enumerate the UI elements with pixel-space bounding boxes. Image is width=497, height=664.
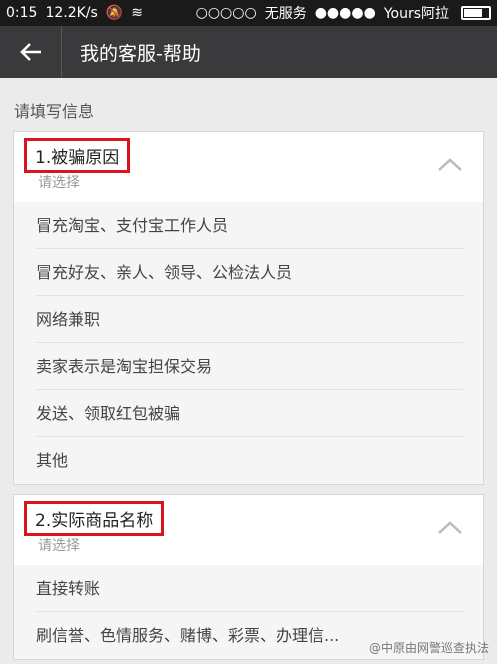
status-network-speed: 12.2K/s (45, 5, 98, 21)
fraud-reason-title: 1.被骗原因 (24, 138, 131, 173)
carrier-2-label: Yours阿拉 (383, 6, 449, 22)
battery-icon (461, 6, 491, 20)
signal-strength-1: ○○○○○ (195, 5, 257, 21)
product-name-title: 2.实际商品名称 (24, 501, 165, 536)
wifi-icon: ≋ (131, 5, 143, 21)
app-header: 我的客服-帮助 (0, 26, 497, 78)
status-time: 0:15 (6, 5, 38, 21)
product-name-card: 2.实际商品名称 请选择 直接转账 刷信誉、色情服务、赌博、彩票、办理信... (13, 494, 484, 660)
fraud-reason-card: 1.被骗原因 请选择 冒充淘宝、支付宝工作人员 冒充好友、亲人、领导、公检法人员… (13, 131, 484, 485)
option-impersonate-friend[interactable]: 冒充好友、亲人、领导、公检法人员 (36, 249, 463, 296)
fraud-reason-placeholder: 请选择 (38, 175, 80, 191)
fraud-reason-options: 冒充淘宝、支付宝工作人员 冒充好友、亲人、领导、公检法人员 网络兼职 卖家表示是… (14, 202, 483, 484)
watermark: @中原由网警巡查执法 (368, 641, 489, 655)
option-online-parttime[interactable]: 网络兼职 (36, 296, 463, 343)
option-impersonate-taobao[interactable]: 冒充淘宝、支付宝工作人员 (36, 202, 463, 249)
product-name-select[interactable]: 2.实际商品名称 请选择 (14, 495, 483, 565)
arrow-left-icon (19, 43, 41, 61)
back-button[interactable] (0, 26, 62, 78)
mute-icon: 🔕 (105, 5, 124, 21)
chevron-up-icon[interactable] (437, 519, 463, 535)
page-title: 我的客服-帮助 (80, 42, 201, 65)
signal-strength-2: ●●●●● (314, 5, 376, 21)
carrier-1-label: 无服务 (264, 6, 307, 22)
chevron-up-icon[interactable] (437, 156, 463, 172)
status-bar: 0:15 12.2K/s 🔕 ≋ ○○○○○ 无服务 ●●●●● Yours阿拉 (0, 0, 497, 26)
fraud-reason-select[interactable]: 1.被骗原因 请选择 (14, 132, 483, 202)
option-other[interactable]: 其他 (36, 437, 463, 484)
option-direct-transfer[interactable]: 直接转账 (36, 565, 463, 612)
section-label: 请填写信息 (14, 102, 95, 121)
product-name-placeholder: 请选择 (38, 538, 80, 554)
option-red-packet[interactable]: 发送、领取红包被骗 (36, 390, 463, 437)
option-seller-guarantee[interactable]: 卖家表示是淘宝担保交易 (36, 343, 463, 390)
